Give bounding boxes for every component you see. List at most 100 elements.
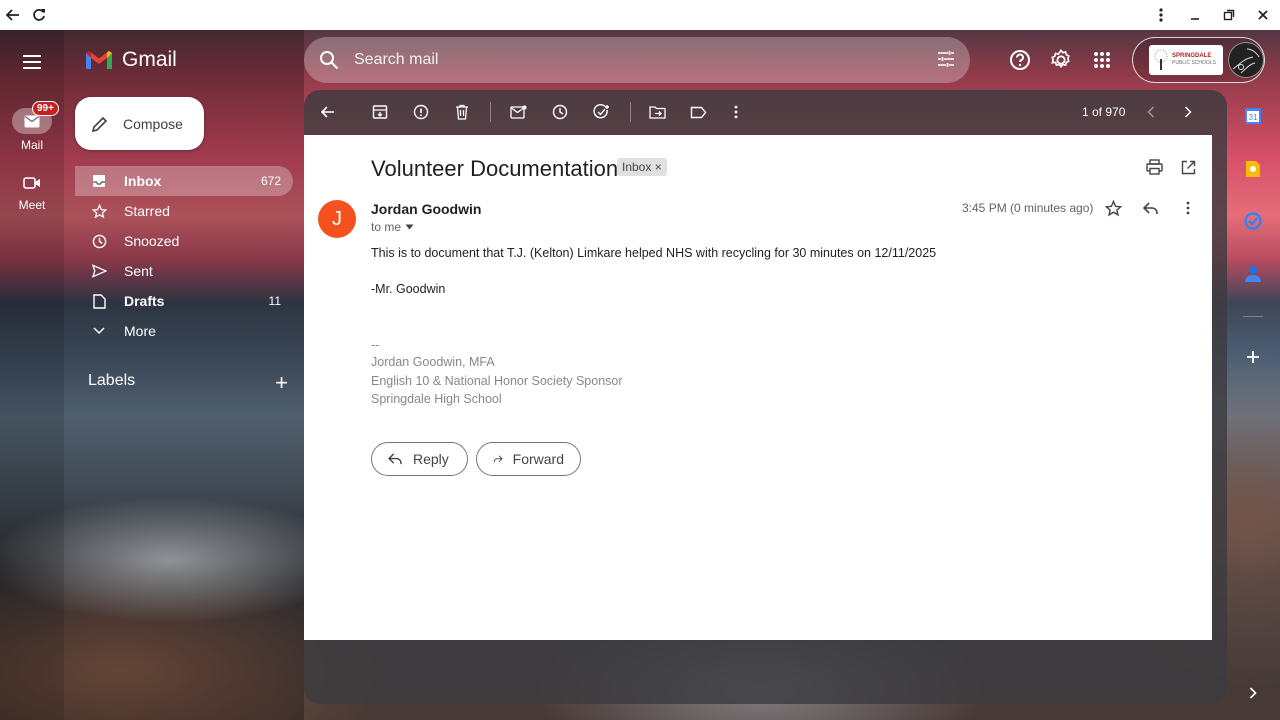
add-label-icon[interactable]: + (275, 370, 288, 396)
search-icon[interactable] (304, 50, 354, 70)
mail-icon: 99+ (12, 101, 59, 134)
message-view: Volunteer Documentation Inbox × J Jordan… (304, 135, 1212, 640)
email-body-closing: -Mr. Goodwin (371, 282, 446, 296)
sidebar-item-label: Inbox (124, 173, 162, 189)
browser-menu-icon[interactable] (1144, 0, 1178, 30)
email-subject: Volunteer Documentation (371, 156, 619, 181)
email-body-line: This is to document that T.J. (Kelton) L… (371, 246, 937, 260)
recipient-details[interactable]: to me (371, 220, 414, 234)
sidebar-item-label: Sent (124, 263, 153, 279)
search-input[interactable] (354, 51, 914, 69)
gmail-m-icon (86, 51, 112, 69)
sidebar-item-more[interactable]: More (75, 316, 293, 346)
delete-icon[interactable] (450, 100, 474, 124)
move-to-folder-icon[interactable] (645, 100, 669, 124)
forward-label: Forward (512, 451, 564, 467)
toolbar-divider (490, 102, 491, 122)
sidebar-item-sent[interactable]: Sent (75, 256, 293, 286)
rail-mail[interactable]: 99+ Mail (0, 101, 64, 152)
recipient-label: to me (371, 220, 402, 234)
close-icon[interactable] (1246, 0, 1280, 30)
main-menu-icon[interactable] (20, 50, 44, 74)
compose-button[interactable]: Compose (75, 97, 204, 150)
sidebar-item-snoozed[interactable]: Snoozed (75, 226, 293, 256)
email-timestamp: 3:45 PM (0 minutes ago) (962, 201, 1094, 215)
signature-name: Jordan Goodwin, MFA (371, 355, 495, 369)
sender-avatar[interactable]: J (318, 200, 356, 238)
clock-icon (91, 233, 107, 249)
report-spam-icon[interactable] (409, 100, 433, 124)
settings-gear-icon[interactable] (1041, 40, 1081, 80)
reply-label: Reply (413, 451, 449, 467)
side-panel: 31 (1227, 90, 1280, 720)
rail-meet-label: Meet (18, 198, 46, 212)
label-icon[interactable] (686, 100, 710, 124)
sidebar-item-label: Drafts (124, 293, 165, 309)
star-icon (91, 203, 107, 219)
labels-section: Labels + (88, 370, 288, 395)
back-to-inbox-icon[interactable] (316, 100, 340, 124)
apps-grid-icon[interactable] (1082, 40, 1122, 80)
help-icon[interactable] (1000, 40, 1040, 80)
expand-panel-chevron-icon[interactable] (1243, 683, 1263, 703)
header-actions (1000, 40, 1122, 80)
browser-bar (0, 0, 1280, 30)
reply-button[interactable]: Reply (371, 442, 468, 476)
mark-unread-icon[interactable] (506, 100, 530, 124)
inbox-label-chip[interactable]: Inbox × (617, 158, 667, 176)
archive-icon[interactable] (368, 100, 392, 124)
add-to-tasks-icon[interactable] (589, 100, 613, 124)
sender-name[interactable]: Jordan Goodwin (371, 201, 481, 217)
snooze-clock-icon[interactable] (548, 100, 572, 124)
newer-chevron-icon[interactable] (1139, 100, 1163, 124)
print-icon[interactable] (1144, 157, 1164, 177)
sidebar-item-starred[interactable]: Starred (75, 196, 293, 226)
tasks-icon[interactable] (1243, 211, 1263, 231)
gmail-logo[interactable]: Gmail (84, 48, 177, 72)
side-panel-divider (1243, 316, 1263, 317)
calendar-icon[interactable]: 31 (1243, 106, 1263, 126)
compose-label: Compose (123, 115, 183, 132)
contacts-icon[interactable] (1243, 264, 1263, 284)
message-pager: 1 of 970 (1082, 105, 1126, 119)
app-rail: 99+ Mail Meet (0, 30, 64, 720)
back-arrow-icon[interactable] (0, 0, 26, 30)
sidebar: Gmail Compose Inbox 672 Starred Snoozed … (64, 30, 304, 720)
account-switcher[interactable]: SPRINGDALE PUBLIC SCHOOLS (1132, 37, 1265, 83)
avatar[interactable] (1228, 42, 1264, 78)
gmail-wordmark: Gmail (122, 48, 177, 71)
signature-school: Springdale High School (371, 392, 502, 406)
sidebar-item-label: Starred (124, 203, 170, 219)
reply-icon[interactable] (1141, 198, 1161, 218)
reply-arrow-icon (388, 453, 402, 465)
signature-title: English 10 & National Honor Society Spon… (371, 374, 623, 388)
keep-icon[interactable] (1243, 159, 1263, 179)
message-toolbar: 1 of 970 (304, 90, 1227, 134)
restore-icon[interactable] (1212, 0, 1246, 30)
search-bar (304, 37, 970, 83)
star-icon[interactable] (1103, 198, 1123, 218)
minimize-icon[interactable] (1178, 0, 1212, 30)
forward-button[interactable]: Forward (476, 442, 581, 476)
tree-logo-icon (1154, 49, 1168, 70)
rail-meet[interactable]: Meet (0, 172, 64, 212)
more-actions-icon[interactable] (1178, 198, 1198, 218)
sidebar-item-drafts[interactable]: Drafts 11 (75, 286, 293, 316)
message-panel: 1 of 970 Volunteer Documentation Inbox ×… (304, 90, 1227, 704)
drafts-count: 11 (268, 294, 281, 308)
unread-badge: 99+ (32, 101, 59, 116)
pencil-icon (91, 116, 108, 132)
chevron-down-icon (91, 323, 107, 339)
add-addon-icon[interactable] (1243, 347, 1263, 367)
sidebar-item-label: More (124, 323, 156, 339)
forward-arrow-icon (493, 455, 503, 463)
rail-mail-label: Mail (20, 138, 43, 152)
reload-icon[interactable] (26, 0, 52, 30)
open-new-window-icon[interactable] (1178, 157, 1198, 177)
inbox-icon (91, 173, 107, 189)
sidebar-item-inbox[interactable]: Inbox 672 (75, 166, 293, 196)
video-icon (12, 172, 52, 194)
more-options-icon[interactable] (724, 100, 748, 124)
search-options-icon[interactable] (936, 49, 956, 74)
older-chevron-icon[interactable] (1176, 100, 1200, 124)
